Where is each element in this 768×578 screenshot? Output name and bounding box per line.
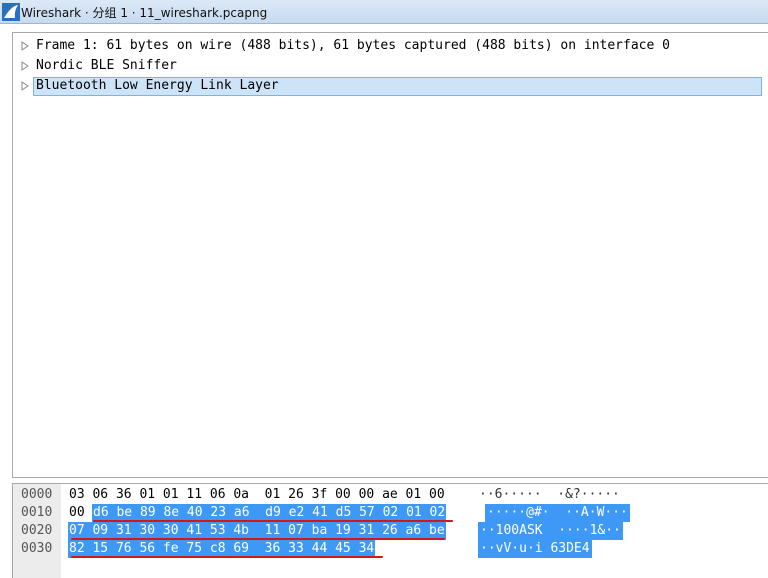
hex-offset: 0010 <box>21 505 53 520</box>
hex-row[interactable]: 0000 03 06 36 01 01 11 06 0a 01 26 3f 00… <box>13 486 768 504</box>
red-underline-annotation <box>71 556 383 558</box>
tree-item-label: Nordic BLE Sniffer <box>36 58 177 73</box>
window-title: Wireshark · 分组 1 · 11_wireshark.pcapng <box>21 6 268 20</box>
hex-offset: 0030 <box>21 541 53 556</box>
triangle-right-icon[interactable] <box>21 81 29 91</box>
triangle-right-icon[interactable] <box>21 41 29 51</box>
triangle-right-icon[interactable] <box>21 61 29 71</box>
packet-details-pane[interactable]: Frame 1: 61 bytes on wire (488 bits), 61… <box>12 32 768 478</box>
ascii-text-selected[interactable]: ··vV·u·i 63DE4 <box>478 540 592 558</box>
tree-item-label: Bluetooth Low Energy Link Layer <box>36 78 279 93</box>
tree-item-nordic-ble-sniffer[interactable]: Nordic BLE Sniffer <box>13 56 758 76</box>
ascii-text[interactable]: ··6····· ·&?····· <box>479 486 620 504</box>
hex-offset: 0000 <box>21 487 53 502</box>
tree-item-label: Frame 1: 61 bytes on wire (488 bits), 61… <box>36 38 670 53</box>
tree-item-btle-link-layer[interactable]: Bluetooth Low Energy Link Layer <box>13 76 762 96</box>
red-underline-annotation <box>71 538 445 540</box>
ascii-text-selected[interactable]: ·····@#· ··A·W··· <box>485 504 630 522</box>
tree-item-frame[interactable]: Frame 1: 61 bytes on wire (488 bits), 61… <box>13 36 758 56</box>
wireshark-fin-icon <box>2 3 20 21</box>
packet-bytes-pane[interactable]: 0000 03 06 36 01 01 11 06 0a 01 26 3f 00… <box>12 483 768 578</box>
hex-offset: 0020 <box>21 523 53 538</box>
hex-bytes[interactable]: 00 <box>69 504 85 522</box>
title-bar: Wireshark · 分组 1 · 11_wireshark.pcapng <box>0 0 768 24</box>
ascii-text-selected[interactable]: ··100ASK ····1&·· <box>478 522 623 540</box>
hex-bytes[interactable]: 03 06 36 01 01 11 06 0a 01 26 3f 00 00 a… <box>69 486 445 504</box>
red-underline-annotation <box>93 520 453 522</box>
